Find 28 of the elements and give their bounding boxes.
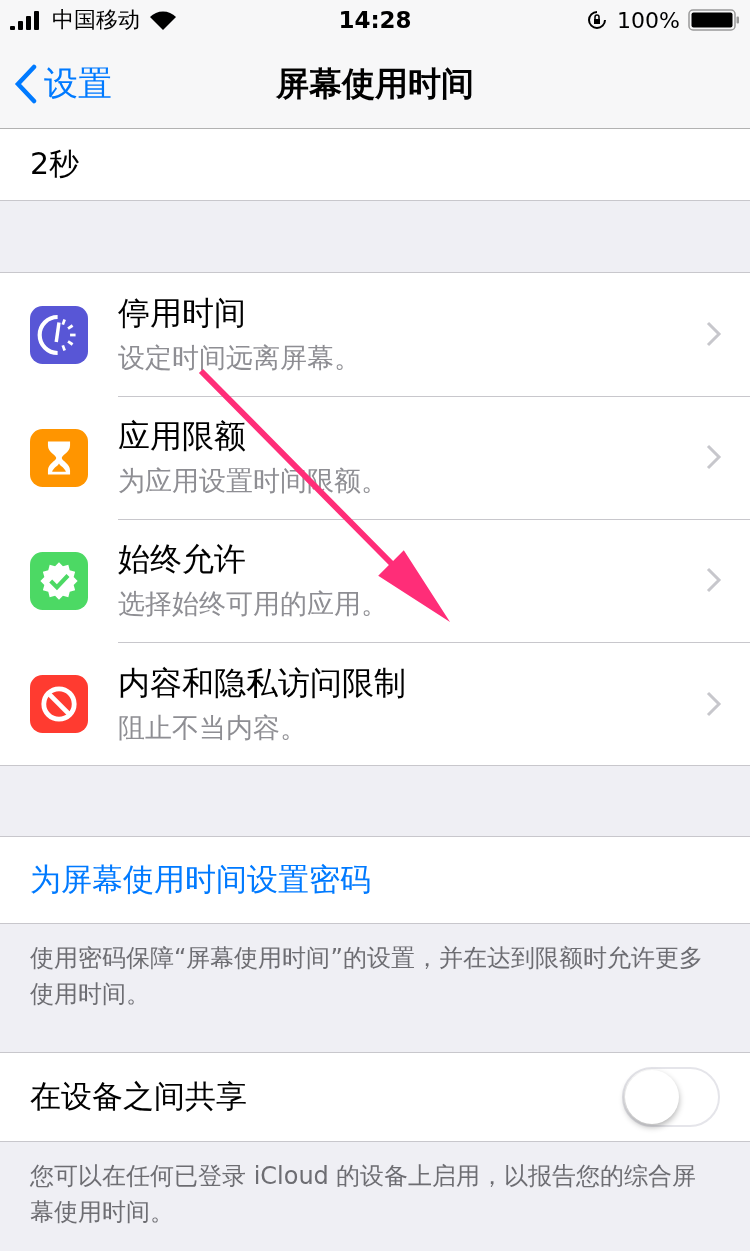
setting-value: 2秒 — [30, 145, 80, 183]
feature-subtitle: 设定时间远离屏幕。 — [118, 341, 362, 375]
carrier-name: 中国移动 — [52, 6, 140, 34]
share-label: 在设备之间共享 — [30, 1077, 247, 1116]
passcode-footer: 使用密码保障“屏幕使用时间”的设置，并在达到限额时允许更多使用时间。 — [0, 924, 750, 1036]
battery-icon — [688, 8, 740, 32]
battery-percent: 100% — [617, 7, 680, 33]
feature-subtitle: 选择始终可用的应用。 — [118, 587, 389, 621]
feature-title: 应用限额 — [118, 416, 247, 457]
feature-row[interactable]: 停用时间 设定时间远离屏幕。 — [0, 273, 750, 396]
feature-title: 内容和隐私访问限制 — [118, 662, 407, 704]
chevron-right-icon — [706, 444, 722, 470]
chevron-right-icon — [706, 567, 722, 593]
back-label: 设置 — [44, 62, 112, 105]
share-footer: 您可以在任何已登录 iCloud 的设备上启用，以报告您的综合屏幕使用时间。 — [0, 1142, 750, 1251]
chevron-left-icon — [14, 64, 38, 104]
feature-row[interactable]: 内容和隐私访问限制 阻止不当内容。 — [0, 642, 750, 765]
status-time: 14:28 — [338, 7, 412, 33]
share-toggle[interactable] — [622, 1067, 720, 1127]
chevron-right-icon — [706, 690, 722, 717]
feature-title: 始终允许 — [118, 539, 247, 580]
set-passcode-link[interactable]: 为屏幕使用时间设置密码 — [0, 837, 750, 923]
nav-title: 屏幕使用时间 — [276, 62, 474, 105]
wifi-icon — [148, 9, 178, 31]
feature-subtitle: 阻止不当内容。 — [118, 710, 308, 745]
back-button[interactable]: 设置 — [14, 61, 112, 107]
feature-title: 停用时间 — [118, 293, 247, 334]
chevron-right-icon — [706, 321, 722, 347]
